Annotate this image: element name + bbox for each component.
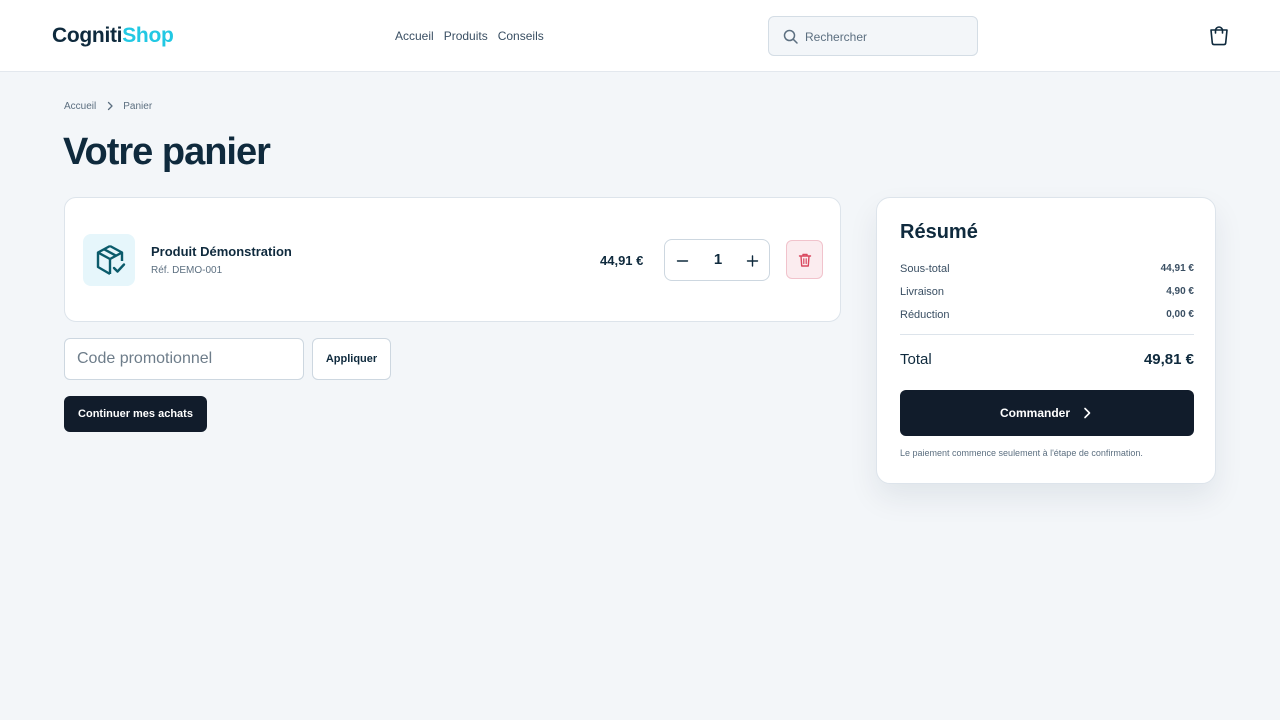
plus-icon[interactable] xyxy=(741,249,765,273)
product-price: 44,91 € xyxy=(600,253,644,268)
breadcrumb-item-accueil[interactable]: Accueil xyxy=(64,101,96,112)
logo[interactable]: CognitiShop xyxy=(52,24,174,48)
summary-total-row: Total 49,81 € xyxy=(900,351,1194,368)
payment-note: Le paiement commence seulement à l'étape… xyxy=(900,448,1143,458)
promo-code-input[interactable] xyxy=(64,338,304,380)
summary-label: Livraison xyxy=(900,286,945,298)
order-summary-card: Résumé Sous-total 44,91 € Livraison 4,90… xyxy=(876,197,1216,484)
cart-item-card: Produit Démonstration Réf. DEMO-001 44,9… xyxy=(64,197,841,322)
nav-link-accueil[interactable]: Accueil xyxy=(395,28,434,44)
product-name[interactable]: Produit Démonstration xyxy=(151,244,292,259)
total-value: 49,81 € xyxy=(1143,351,1194,368)
chevron-right-icon xyxy=(1084,407,1091,419)
summary-divider xyxy=(900,334,1194,335)
checkout-button[interactable]: Commander xyxy=(900,390,1194,436)
summary-value: 0,00 € xyxy=(1166,309,1194,320)
minus-icon[interactable] xyxy=(671,249,695,273)
main-nav: Accueil Produits Conseils xyxy=(395,28,544,44)
nav-link-produits[interactable]: Produits xyxy=(444,28,488,44)
apply-promo-button[interactable]: Appliquer xyxy=(312,338,391,380)
trash-icon xyxy=(798,253,812,267)
package-check-icon xyxy=(96,244,126,276)
product-reference: Réf. DEMO-001 xyxy=(151,265,223,276)
summary-row-shipping: Livraison 4,90 € xyxy=(900,286,1194,298)
search-icon xyxy=(783,29,798,44)
breadcrumb: Accueil Panier xyxy=(64,100,152,112)
search-box xyxy=(768,16,978,56)
quantity-value[interactable]: 1 xyxy=(705,251,731,268)
checkout-button-label: Commander xyxy=(999,406,1070,420)
quantity-stepper: 1 xyxy=(664,239,770,281)
summary-label: Sous-total xyxy=(900,263,950,275)
nav-link-conseils[interactable]: Conseils xyxy=(498,28,544,44)
summary-title: Résumé xyxy=(900,221,978,243)
remove-item-button[interactable] xyxy=(786,240,823,279)
product-thumbnail xyxy=(83,234,135,286)
summary-row-subtotal: Sous-total 44,91 € xyxy=(900,263,1194,275)
page-title: Votre panier xyxy=(63,131,271,173)
shopping-bag-icon xyxy=(1210,26,1228,46)
chevron-right-icon xyxy=(108,101,113,111)
top-header: CognitiShop Accueil Produits Conseils xyxy=(0,0,1280,72)
continue-shopping-button[interactable]: Continuer mes achats xyxy=(64,396,207,432)
summary-value: 44,91 € xyxy=(1160,263,1194,274)
summary-value: 4,90 € xyxy=(1166,286,1194,297)
cart-button[interactable] xyxy=(1206,22,1232,48)
search-input[interactable] xyxy=(805,26,970,48)
logo-text-accent: Shop xyxy=(122,24,174,47)
breadcrumb-item-panier: Panier xyxy=(123,100,153,112)
summary-label: Réduction xyxy=(900,309,950,321)
summary-row-discount: Réduction 0,00 € xyxy=(900,309,1194,321)
total-label: Total xyxy=(900,351,932,368)
logo-text-primary: Cogniti xyxy=(52,24,123,47)
